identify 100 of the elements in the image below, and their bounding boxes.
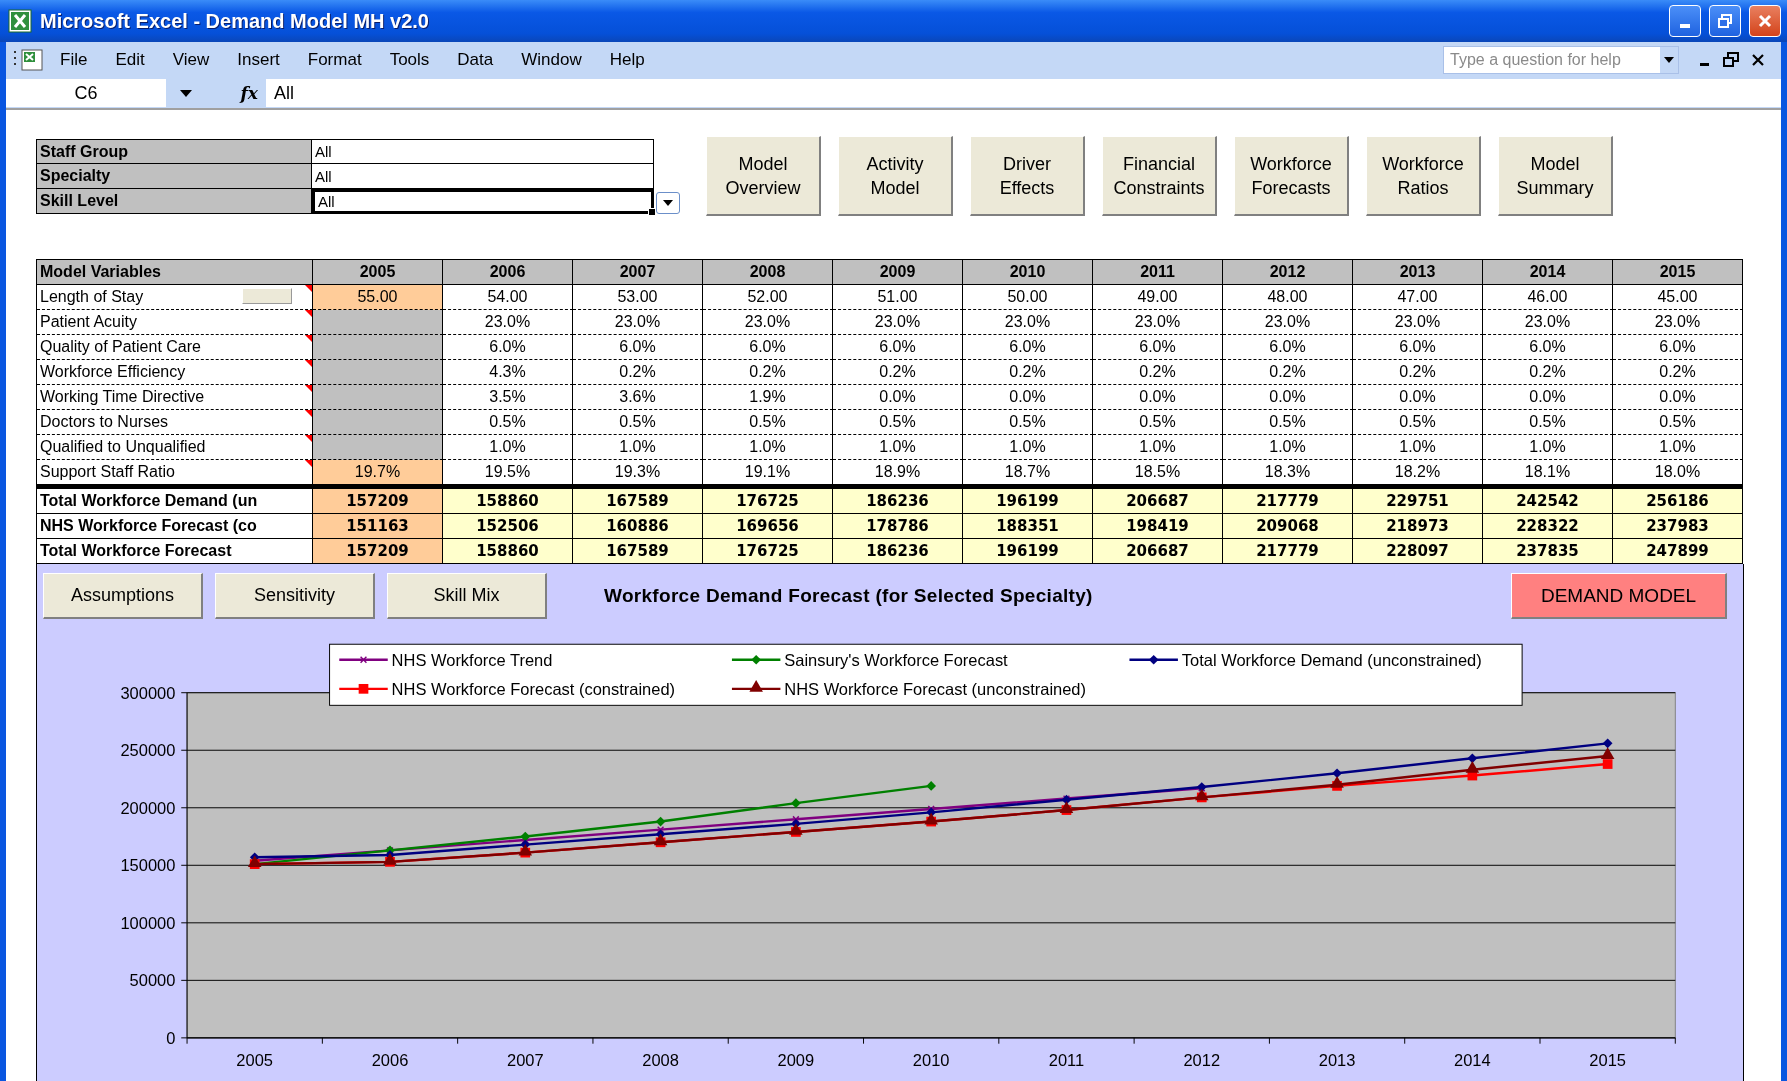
total-cell: 196199 bbox=[963, 489, 1093, 514]
total-cell: 237835 bbox=[1483, 539, 1613, 564]
chart-title: Workforce Demand Forecast (for Selected Specialty) bbox=[604, 585, 1094, 608]
total-cell: 217779 bbox=[1223, 489, 1353, 514]
axis-label: 2012 bbox=[1183, 1051, 1221, 1070]
table-cell: 23.0% bbox=[573, 310, 703, 335]
legend-label: Sainsury's Workforce Forecast bbox=[784, 651, 1008, 670]
table-cell: 1.0% bbox=[1353, 435, 1483, 460]
table-cell: 1.0% bbox=[1613, 435, 1743, 460]
column-header: 2012 bbox=[1223, 260, 1353, 285]
total-cell: 186236 bbox=[833, 539, 963, 564]
table-cell: 23.0% bbox=[443, 310, 573, 335]
table-cell: 23.0% bbox=[833, 310, 963, 335]
total-cell: 237983 bbox=[1613, 514, 1743, 539]
table-cell: 0.2% bbox=[1353, 360, 1483, 385]
row-label: NHS Workforce Forecast (co bbox=[37, 514, 313, 539]
total-cell: 176725 bbox=[703, 539, 833, 564]
axis-label: 200000 bbox=[120, 799, 176, 818]
table-cell: 0.0% bbox=[1093, 385, 1223, 410]
table-cell: 0.0% bbox=[1483, 385, 1613, 410]
column-header: 2008 bbox=[703, 260, 833, 285]
row-label: Qualified to Unqualified bbox=[40, 438, 206, 456]
total-cell: 169656 bbox=[703, 514, 833, 539]
total-cell: 228322 bbox=[1483, 514, 1613, 539]
table-cell: 23.0% bbox=[1613, 310, 1743, 335]
row-label: Total Workforce Demand (un bbox=[37, 489, 313, 514]
total-cell: 157209 bbox=[313, 489, 443, 514]
table-cell: 46.00 bbox=[1483, 285, 1613, 310]
row-label: Quality of Patient Care bbox=[40, 338, 201, 356]
table-cell: 1.0% bbox=[963, 435, 1093, 460]
axis-label: 2011 bbox=[1048, 1051, 1085, 1070]
table-cell: 50.00 bbox=[963, 285, 1093, 310]
total-cell: 218973 bbox=[1353, 514, 1483, 539]
axis-label: 2014 bbox=[1454, 1051, 1491, 1070]
total-cell: 242542 bbox=[1483, 489, 1613, 514]
table-cell: 49.00 bbox=[1093, 285, 1223, 310]
column-header: 2007 bbox=[573, 260, 703, 285]
table-cell: 45.00 bbox=[1613, 285, 1743, 310]
total-cell: 188351 bbox=[963, 514, 1093, 539]
table-cell: 0.2% bbox=[1613, 360, 1743, 385]
table-cell: 47.00 bbox=[1353, 285, 1483, 310]
table-cell: 0.5% bbox=[1353, 410, 1483, 435]
axis-label: 2015 bbox=[1589, 1051, 1626, 1070]
row-label: Patient Acuity bbox=[40, 313, 137, 331]
axis-label: 2006 bbox=[371, 1051, 409, 1070]
table-cell: 3.6% bbox=[573, 385, 703, 410]
axis-label: 2008 bbox=[642, 1051, 679, 1070]
column-header: 2011 bbox=[1093, 260, 1223, 285]
table-cell: 52.00 bbox=[703, 285, 833, 310]
table-cell: 0.0% bbox=[1223, 385, 1353, 410]
filter-label: Staff Group bbox=[36, 139, 312, 164]
row-label: Total Workforce Forecast bbox=[37, 539, 313, 564]
legend-label: NHS Workforce Forecast (constrained) bbox=[391, 680, 676, 699]
row-label: Support Staff Ratio bbox=[40, 463, 175, 481]
total-cell: 206687 bbox=[1093, 539, 1223, 564]
total-cell: 209068 bbox=[1223, 514, 1353, 539]
table-cell: 0.2% bbox=[703, 360, 833, 385]
table-cell: 54.00 bbox=[443, 285, 573, 310]
table-cell: 53.00 bbox=[573, 285, 703, 310]
row-label: Workforce Efficiency bbox=[40, 363, 186, 381]
axis-label: 2005 bbox=[236, 1051, 273, 1070]
table-cell: 6.0% bbox=[1093, 335, 1223, 360]
column-header: 2006 bbox=[443, 260, 573, 285]
table-cell: 23.0% bbox=[1353, 310, 1483, 335]
table-cell: 0.5% bbox=[1613, 410, 1743, 435]
table-cell: 0.5% bbox=[1093, 410, 1223, 435]
axis-label: 250000 bbox=[120, 741, 176, 760]
axis-label: 100000 bbox=[120, 914, 176, 933]
row-label: Doctors to Nurses bbox=[40, 413, 169, 431]
total-cell: 151163 bbox=[313, 514, 443, 539]
total-cell: 160886 bbox=[573, 514, 703, 539]
total-cell: 186236 bbox=[833, 489, 963, 514]
axis-label: 300000 bbox=[120, 684, 176, 702]
table-cell: 1.0% bbox=[573, 435, 703, 460]
column-header: Model Variables bbox=[37, 260, 313, 285]
table-cell: 0.2% bbox=[963, 360, 1093, 385]
axis-label: 0 bbox=[166, 1029, 176, 1048]
column-header: 2010 bbox=[963, 260, 1093, 285]
table-cell: 3.5% bbox=[443, 385, 573, 410]
table-cell: 23.0% bbox=[1223, 310, 1353, 335]
table-cell: 23.0% bbox=[963, 310, 1093, 335]
table-cell: 6.0% bbox=[1613, 335, 1743, 360]
axis-label: 2007 bbox=[506, 1051, 544, 1070]
total-cell: 228097 bbox=[1353, 539, 1483, 564]
table-cell: 0.2% bbox=[1223, 360, 1353, 385]
axis-label: 2010 bbox=[912, 1051, 950, 1070]
total-cell: 256186 bbox=[1613, 489, 1743, 514]
table-cell: 23.0% bbox=[703, 310, 833, 335]
table-cell: 0.5% bbox=[963, 410, 1093, 435]
row-label: Length of Stay bbox=[40, 288, 144, 306]
table-cell: 0.2% bbox=[833, 360, 963, 385]
table-cell: 6.0% bbox=[1353, 335, 1483, 360]
table-cell: 1.0% bbox=[1483, 435, 1613, 460]
total-cell: 167589 bbox=[573, 489, 703, 514]
total-cell: 198419 bbox=[1093, 514, 1223, 539]
total-cell: 152506 bbox=[443, 514, 573, 539]
table-cell: 1.9% bbox=[703, 385, 833, 410]
table-cell: 6.0% bbox=[1223, 335, 1353, 360]
table-cell: 0.5% bbox=[833, 410, 963, 435]
table-cell: 1.0% bbox=[1223, 435, 1353, 460]
